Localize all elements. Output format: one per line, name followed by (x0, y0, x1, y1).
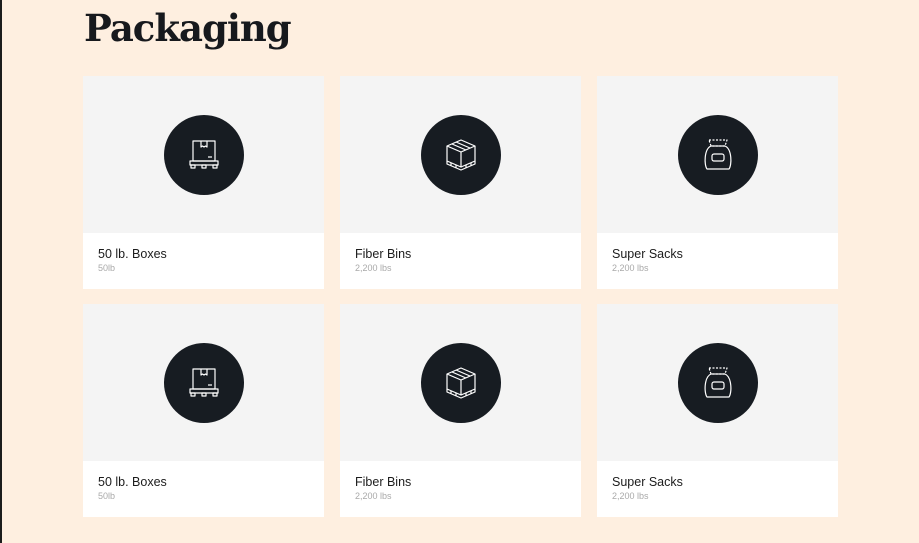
product-name: Fiber Bins (355, 475, 412, 489)
card-media (597, 76, 838, 233)
card-media (597, 304, 838, 461)
product-card-fiber-bins[interactable]: Fiber Bins 2,200 lbs (340, 76, 581, 289)
card-body: Fiber Bins 2,200 lbs (340, 461, 581, 503)
product-name: 50 lb. Boxes (98, 247, 167, 261)
card-media (340, 304, 581, 461)
icon-badge (677, 342, 758, 423)
product-weight: 50lb (98, 263, 116, 273)
product-name: Fiber Bins (355, 247, 412, 261)
card-media (83, 76, 324, 233)
box-on-pallet-icon (188, 139, 219, 169)
box-on-pallet-icon (188, 367, 219, 397)
card-body: 50 lb. Boxes 50lb (83, 233, 324, 275)
page-title: Packaging (84, 6, 292, 50)
icon-badge (163, 114, 244, 195)
product-name: Super Sacks (612, 475, 683, 489)
product-name: 50 lb. Boxes (98, 475, 167, 489)
fiber-bin-icon (445, 138, 476, 171)
icon-badge (420, 342, 501, 423)
product-weight: 2,200 lbs (355, 491, 392, 501)
icon-badge (163, 342, 244, 423)
card-body: Super Sacks 2,200 lbs (597, 233, 838, 275)
product-weight: 2,200 lbs (355, 263, 392, 273)
product-card-super-sacks[interactable]: Super Sacks 2,200 lbs (597, 304, 838, 517)
icon-badge (677, 114, 758, 195)
product-card-50lb-boxes[interactable]: 50 lb. Boxes 50lb (83, 304, 324, 517)
product-grid: 50 lb. Boxes 50lb Fiber Bins 2,200 lbs S… (83, 76, 839, 517)
product-card-50lb-boxes[interactable]: 50 lb. Boxes 50lb (83, 76, 324, 289)
super-sack-icon (704, 366, 731, 398)
fiber-bin-icon (445, 366, 476, 399)
product-weight: 2,200 lbs (612, 263, 649, 273)
super-sack-icon (704, 138, 731, 170)
card-body: Fiber Bins 2,200 lbs (340, 233, 581, 275)
icon-badge (420, 114, 501, 195)
card-body: Super Sacks 2,200 lbs (597, 461, 838, 503)
product-card-fiber-bins[interactable]: Fiber Bins 2,200 lbs (340, 304, 581, 517)
card-media (83, 304, 324, 461)
product-name: Super Sacks (612, 247, 683, 261)
product-weight: 2,200 lbs (612, 491, 649, 501)
card-media (340, 76, 581, 233)
card-body: 50 lb. Boxes 50lb (83, 461, 324, 503)
product-weight: 50lb (98, 491, 116, 501)
product-card-super-sacks[interactable]: Super Sacks 2,200 lbs (597, 76, 838, 289)
